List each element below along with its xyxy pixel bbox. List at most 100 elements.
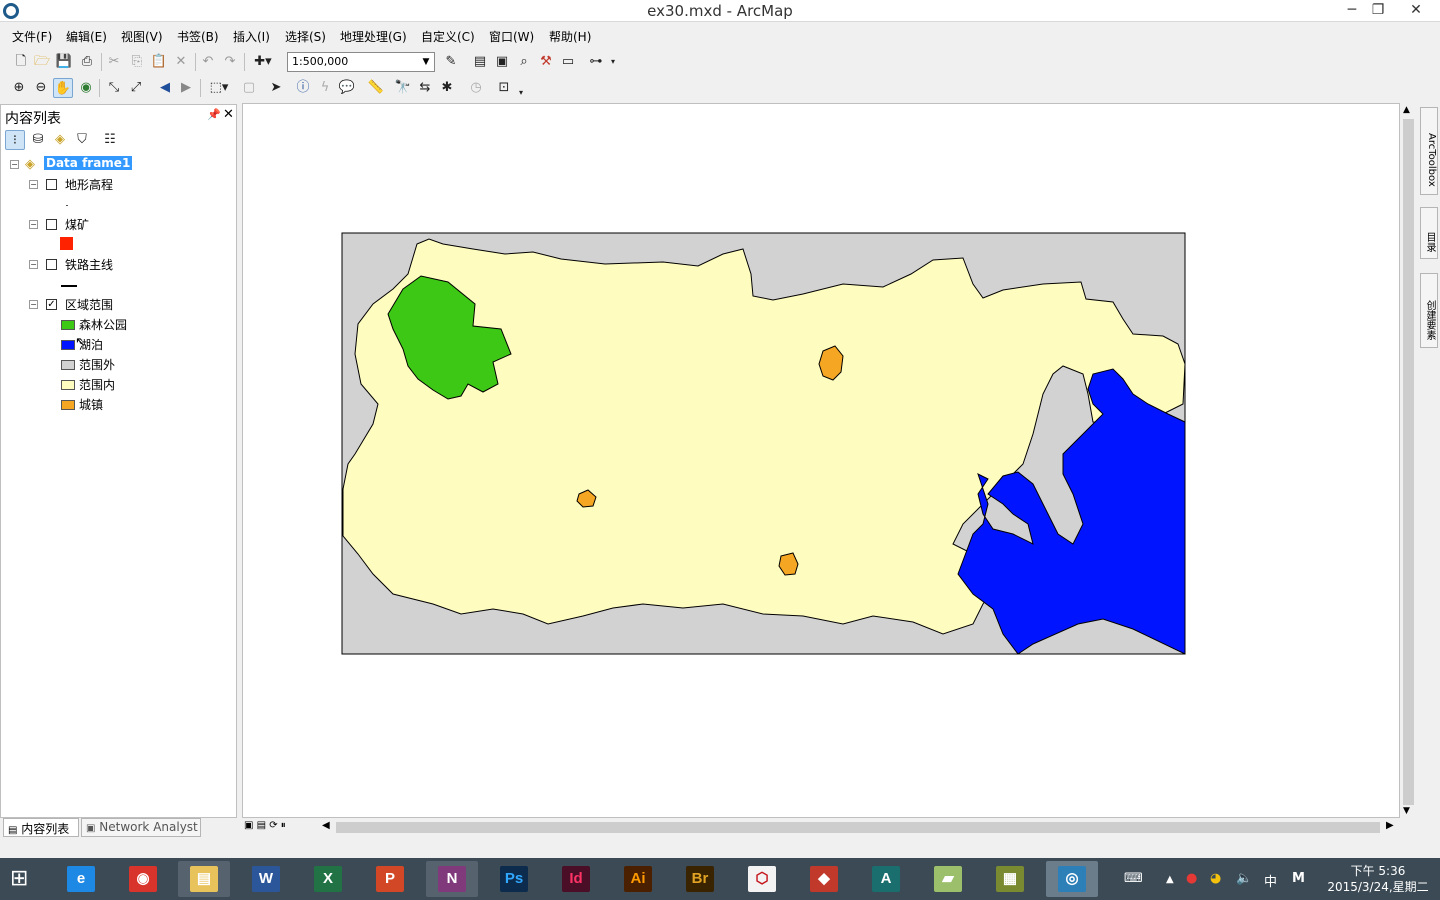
menu-file[interactable]: 文件(F): [12, 28, 52, 45]
clock[interactable]: 下午 5:36 2015/3/24,星期二: [1322, 863, 1434, 895]
fixed-zoom-in-icon[interactable]: ⤡: [104, 78, 124, 98]
taskbar-arccatalog[interactable]: A: [860, 861, 912, 897]
dock-tab-create-features[interactable]: 创建要素: [1420, 273, 1438, 348]
layer-visibility-checkbox[interactable]: ✓: [46, 299, 57, 310]
map-view[interactable]: [242, 103, 1400, 818]
collapse-icon[interactable]: −: [29, 180, 38, 189]
time-slider-icon[interactable]: ◷: [466, 78, 486, 98]
start-windows-icon[interactable]: ⊞: [10, 867, 38, 891]
go-to-xy-icon[interactable]: ✱: [437, 78, 457, 98]
find-route-icon[interactable]: ⇆: [415, 78, 435, 98]
identify-icon[interactable]: ⓘ: [293, 78, 313, 98]
close-icon[interactable]: ✕: [223, 107, 234, 122]
ime-indicator[interactable]: 中: [1264, 871, 1277, 890]
menu-selection[interactable]: 选择(S): [285, 28, 326, 45]
clear-selection-icon[interactable]: ▢: [239, 78, 259, 98]
menu-bookmarks[interactable]: 书签(B): [177, 28, 219, 45]
html-popup-icon[interactable]: 💬: [337, 78, 357, 98]
full-extent-icon[interactable]: ◉: [76, 78, 96, 98]
menu-geoprocessing[interactable]: 地理处理(G): [340, 28, 407, 45]
python-window-icon[interactable]: ▭: [558, 52, 578, 72]
scroll-right-icon[interactable]: ▶: [1386, 820, 1394, 831]
menu-edit[interactable]: 编辑(E): [66, 28, 107, 45]
zoom-out-icon[interactable]: ⊖: [31, 78, 51, 98]
legend-swatch[interactable]: [61, 340, 75, 350]
qq-icon[interactable]: ◕: [1210, 871, 1221, 886]
layer-label[interactable]: 铁路主线: [65, 256, 113, 273]
menu-customize[interactable]: 自定义(C): [421, 28, 475, 45]
keyboard-icon[interactable]: ⌨: [1124, 871, 1143, 886]
table-of-contents-window-icon[interactable]: ▤: [470, 52, 490, 72]
menu-view[interactable]: 视图(V): [121, 28, 163, 45]
volume-icon[interactable]: 🔈: [1236, 871, 1252, 886]
taskbar-illustrator[interactable]: Ai: [612, 861, 664, 897]
print-icon[interactable]: ⎙: [77, 52, 97, 72]
legend-class-row[interactable]: 森林公园: [1, 316, 236, 334]
new-document-icon[interactable]: 🗋: [11, 52, 31, 72]
add-data-icon[interactable]: ✚▾: [249, 52, 277, 72]
legend-swatch[interactable]: [61, 400, 75, 410]
restore-button[interactable]: ❐: [1364, 0, 1392, 20]
map-scale-combo[interactable]: 1:500,000 ▼: [287, 52, 435, 72]
dataframe-label[interactable]: Data frame1: [44, 156, 133, 170]
tab-network-analyst[interactable]: ▣ Network Analyst: [81, 818, 201, 837]
taskbar-sketchup[interactable]: ◆: [798, 861, 850, 897]
select-elements-icon[interactable]: ➤: [266, 78, 286, 98]
open-folder-icon[interactable]: 🗁: [32, 52, 52, 72]
select-features-icon[interactable]: ⬚▾: [205, 78, 233, 98]
point-symbol[interactable]: [60, 237, 73, 250]
toc-options-icon[interactable]: ☷: [100, 130, 120, 150]
show-hidden-icons-icon[interactable]: ▲: [1166, 874, 1174, 885]
cut-icon[interactable]: ✂: [104, 52, 124, 72]
layout-view-buttons[interactable]: ▣ ▤ ⟳ ⏸: [244, 820, 294, 834]
taskbar-chrome[interactable]: ◉: [117, 861, 169, 897]
layer-label[interactable]: 地形高程: [65, 176, 113, 193]
tab-table-of-contents[interactable]: ▤ 内容列表: [3, 818, 79, 837]
layer-row[interactable]: − 地形高程: [1, 176, 236, 194]
legend-swatch[interactable]: [61, 360, 75, 370]
taskbar-word[interactable]: W: [240, 861, 292, 897]
toolbar-options-icon[interactable]: ▾: [608, 52, 618, 72]
legend-class-row[interactable]: 范围外: [1, 356, 236, 374]
find-icon[interactable]: 🔭: [393, 78, 413, 98]
line-symbol[interactable]: [61, 285, 77, 287]
undo-icon[interactable]: ↶: [198, 52, 218, 72]
list-by-selection-icon[interactable]: ⛉: [72, 130, 92, 150]
dock-tab-arctoolbox[interactable]: ArcToolbox: [1420, 107, 1438, 195]
editor-toolbar-icon[interactable]: ✎: [441, 52, 461, 72]
legend-swatch[interactable]: [61, 320, 75, 330]
back-extent-icon[interactable]: ◀: [155, 78, 175, 98]
pin-icon[interactable]: 📌: [207, 108, 221, 121]
paste-icon[interactable]: 📋: [149, 52, 169, 72]
hyperlink-icon[interactable]: ϟ: [315, 78, 335, 98]
scroll-down-icon[interactable]: ▼: [1403, 806, 1410, 816]
layer-visibility-checkbox[interactable]: [46, 219, 57, 230]
legend-swatch[interactable]: [61, 380, 75, 390]
taskbar-ie[interactable]: e: [55, 861, 107, 897]
collapse-icon[interactable]: −: [29, 260, 38, 269]
map-canvas[interactable]: [243, 104, 1399, 817]
pan-icon[interactable]: ✋: [53, 78, 73, 98]
save-icon[interactable]: 💾: [54, 52, 74, 72]
legend-class-row[interactable]: 范围内: [1, 376, 236, 394]
list-by-source-icon[interactable]: ⛁: [28, 130, 48, 150]
catalog-window-icon[interactable]: ▣: [492, 52, 512, 72]
fixed-zoom-out-icon[interactable]: ⤢: [126, 78, 146, 98]
taskbar-acrobat[interactable]: ⬡: [736, 861, 788, 897]
chevron-down-icon[interactable]: ▼: [419, 53, 433, 71]
taskbar-bridge[interactable]: Br: [674, 861, 726, 897]
taskbar-explorer[interactable]: ▤: [178, 861, 230, 897]
horizontal-scrollbar[interactable]: ▣ ▤ ⟳ ⏸ ◀ ▶: [242, 818, 1400, 836]
layer-row[interactable]: − 铁路主线: [1, 256, 236, 274]
legend-class-row[interactable]: 城镇: [1, 396, 236, 414]
toolbar-options-icon[interactable]: ▾: [516, 83, 526, 103]
taskbar-excel[interactable]: X: [302, 861, 354, 897]
menu-help[interactable]: 帮助(H): [549, 28, 591, 45]
layer-visibility-checkbox[interactable]: [46, 259, 57, 270]
scrollbar-thumb[interactable]: [1403, 119, 1414, 805]
forward-extent-icon[interactable]: ▶: [176, 78, 196, 98]
collapse-icon[interactable]: −: [29, 220, 38, 229]
close-button[interactable]: ✕: [1402, 0, 1430, 20]
taskbar-folder[interactable]: ▰: [922, 861, 974, 897]
arctoolbox-window-icon[interactable]: ⚒: [536, 52, 556, 72]
